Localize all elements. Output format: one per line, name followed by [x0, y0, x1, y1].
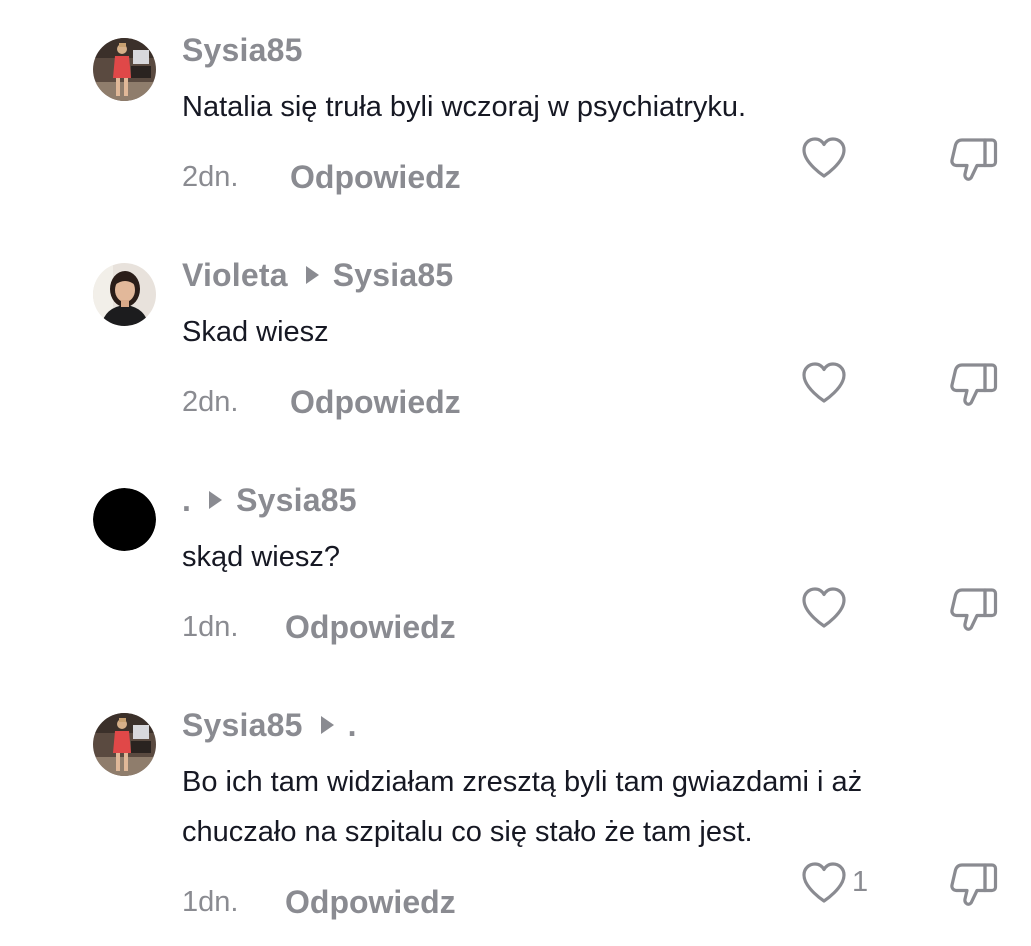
reply-button[interactable]: Odpowiedz — [285, 609, 456, 646]
comment-header: Sysia85 — [182, 30, 303, 70]
dislike-button[interactable] — [948, 584, 1000, 634]
reply-button[interactable]: Odpowiedz — [290, 384, 461, 421]
reply-to-username[interactable]: Sysia85 — [236, 482, 357, 519]
triangle-right-icon — [320, 716, 334, 734]
comment-header: Violeta Sysia85 — [182, 255, 453, 295]
comment-header: . Sysia85 — [182, 480, 357, 520]
dislike-button[interactable] — [948, 359, 1000, 409]
like-count: 1 — [852, 866, 869, 898]
thumbs-down-outline-icon — [950, 588, 998, 631]
timestamp: 2dn. — [182, 385, 239, 418]
comment-meta: 1dn. Odpowiedz — [182, 882, 456, 922]
timestamp: 1dn. — [182, 885, 239, 918]
comment-text: Bo ich tam widziałam zresztą byli tam gw… — [182, 766, 863, 848]
like-button[interactable] — [800, 861, 848, 905]
comment-item: Violeta Sysia85 Skad wiesz 2dn. Odpowied… — [0, 225, 1031, 450]
avatar[interactable] — [93, 488, 156, 551]
avatar[interactable] — [93, 38, 156, 101]
username[interactable]: Violeta — [182, 257, 288, 294]
heart-outline-icon — [802, 862, 846, 903]
triangle-right-icon — [209, 491, 223, 509]
reply-button[interactable]: Odpowiedz — [290, 159, 461, 196]
comment-item: Sysia85 Natalia się truła byli wczoraj w… — [0, 0, 1031, 225]
comment-meta: 1dn. Odpowiedz — [182, 607, 456, 647]
comment-text: Skad wiesz — [182, 316, 329, 348]
thumbs-down-outline-icon — [950, 138, 998, 181]
username[interactable]: Sysia85 — [182, 32, 303, 69]
comment-text: skąd wiesz? — [182, 541, 340, 573]
timestamp: 1dn. — [182, 610, 239, 643]
reply-to-username[interactable]: Sysia85 — [333, 257, 454, 294]
triangle-right-icon — [305, 266, 319, 284]
heart-outline-icon — [802, 137, 846, 178]
comment-text: Natalia się truła byli wczoraj w psychia… — [182, 91, 747, 123]
like-button[interactable] — [800, 586, 848, 630]
username[interactable]: Sysia85 — [182, 707, 303, 744]
dislike-button[interactable] — [948, 859, 1000, 909]
timestamp: 2dn. — [182, 160, 239, 193]
comment-item: Sysia85 . Bo ich tam widziałam zresztą b… — [0, 675, 1031, 946]
heart-outline-icon — [802, 362, 846, 403]
like-button[interactable] — [800, 361, 848, 405]
thumbs-down-outline-icon — [950, 363, 998, 406]
avatar[interactable] — [93, 713, 156, 776]
comment-item: . Sysia85 skąd wiesz? 1dn. Odpowiedz — [0, 450, 1031, 675]
heart-outline-icon — [802, 587, 846, 628]
comment-meta: 2dn. Odpowiedz — [182, 382, 461, 422]
comment-header: Sysia85 . — [182, 705, 357, 745]
like-button[interactable] — [800, 136, 848, 180]
reply-to-username[interactable]: . — [348, 707, 357, 744]
dislike-button[interactable] — [948, 134, 1000, 184]
comment-meta: 2dn. Odpowiedz — [182, 157, 461, 197]
reply-button[interactable]: Odpowiedz — [285, 884, 456, 921]
thumbs-down-outline-icon — [950, 863, 998, 906]
avatar[interactable] — [93, 263, 156, 326]
username[interactable]: . — [182, 482, 191, 519]
